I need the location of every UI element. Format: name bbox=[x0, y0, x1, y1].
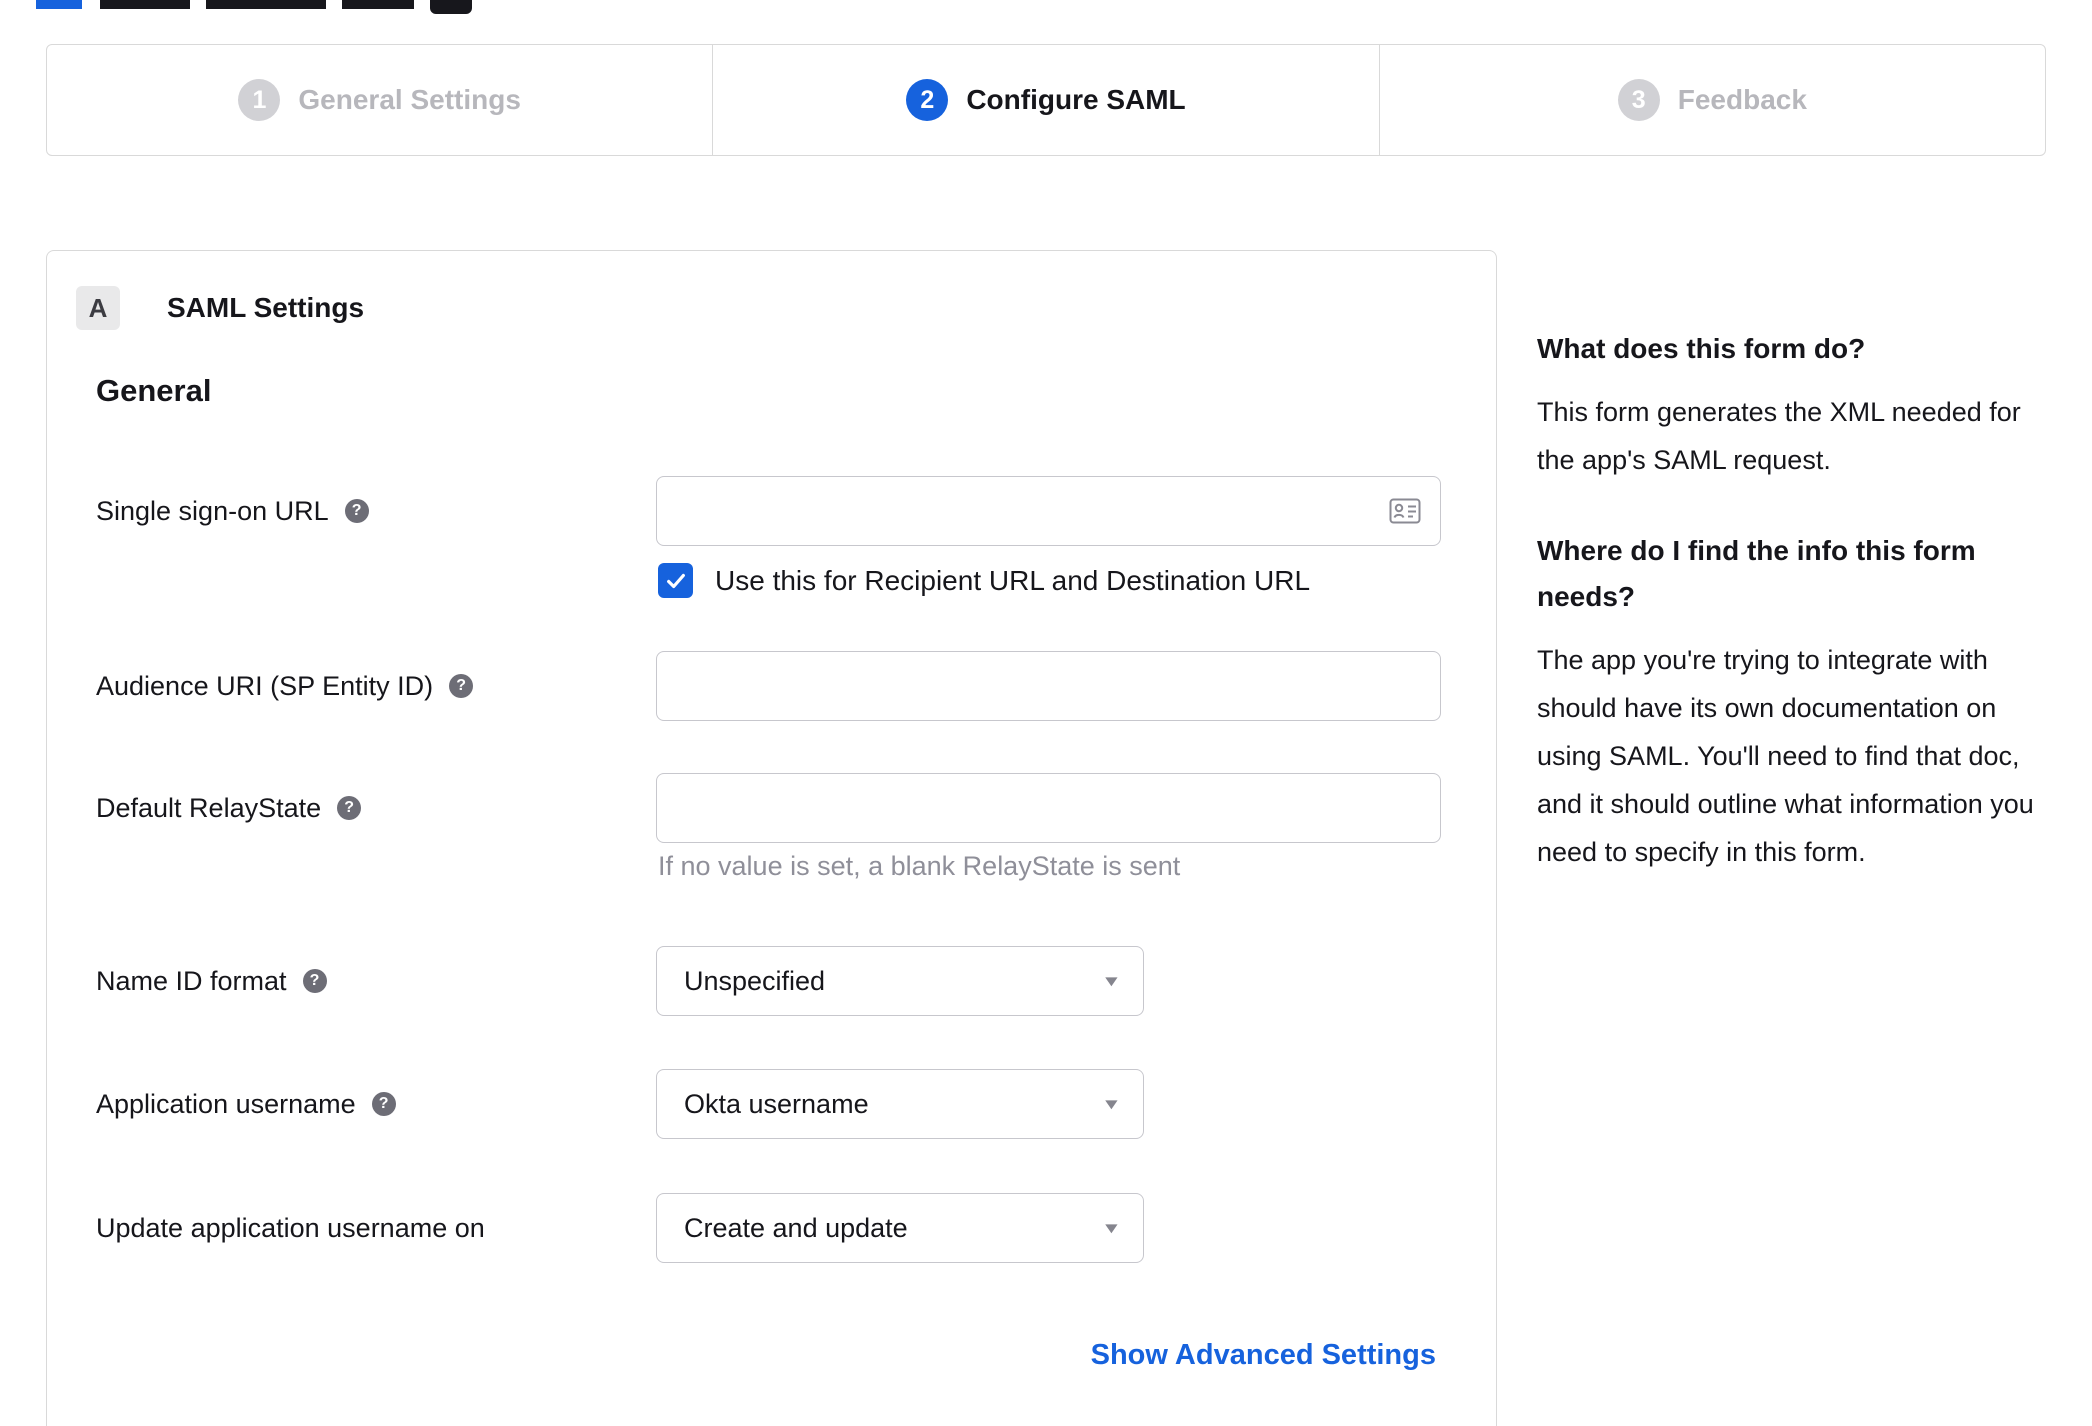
step-label: General Settings bbox=[298, 84, 521, 115]
sso-url-label-text: Single sign-on URL bbox=[96, 495, 329, 526]
general-group-title: General bbox=[96, 373, 212, 408]
relay-state-label: Default RelayState ? bbox=[96, 773, 362, 843]
relay-state-hint: If no value is set, a blank RelayState i… bbox=[658, 851, 1181, 881]
update-app-username-value: Create and update bbox=[684, 1212, 908, 1243]
sso-url-label: Single sign-on URL ? bbox=[96, 476, 369, 546]
sidebar-heading: Where do I find the info this form needs… bbox=[1537, 535, 1976, 612]
audience-uri-label-text: Audience URI (SP Entity ID) bbox=[96, 670, 434, 701]
step-label: Feedback bbox=[1677, 84, 1807, 115]
name-id-format-label: Name ID format ? bbox=[96, 946, 327, 1016]
step-number-badge: 1 bbox=[238, 79, 281, 121]
name-id-format-label-text: Name ID format bbox=[96, 965, 287, 996]
show-advanced-settings-link[interactable]: Show Advanced Settings bbox=[1091, 1339, 1436, 1372]
recipient-destination-checkbox-row: Use this for Recipient URL and Destinati… bbox=[658, 563, 1310, 598]
help-icon[interactable]: ? bbox=[371, 1092, 396, 1116]
wizard-stepper: 1 General Settings 2 Configure SAML 3 Fe… bbox=[46, 44, 2046, 156]
recipient-destination-checkbox-label: Use this for Recipient URL and Destinati… bbox=[715, 564, 1311, 596]
chevron-down-icon: ▼ bbox=[1101, 1095, 1122, 1113]
cutoff-title-fragment bbox=[206, 0, 326, 9]
section-a-badge: A bbox=[76, 286, 120, 330]
recipient-destination-checkbox[interactable] bbox=[658, 563, 693, 598]
step-configure-saml[interactable]: 2 Configure SAML bbox=[712, 45, 1378, 155]
app-username-select[interactable]: Okta username ▼ bbox=[656, 1069, 1144, 1139]
update-app-username-select[interactable]: Create and update ▼ bbox=[656, 1193, 1144, 1263]
audience-uri-label: Audience URI (SP Entity ID) ? bbox=[96, 651, 474, 721]
name-id-format-select[interactable]: Unspecified ▼ bbox=[656, 946, 1144, 1016]
step-number-badge: 3 bbox=[1617, 79, 1660, 121]
app-username-label: Application username ? bbox=[96, 1069, 396, 1139]
help-icon[interactable]: ? bbox=[344, 499, 369, 523]
step-number-badge: 2 bbox=[906, 79, 949, 121]
sso-url-input[interactable] bbox=[656, 476, 1441, 546]
chevron-down-icon: ▼ bbox=[1101, 1219, 1122, 1237]
panel-title: SAML Settings bbox=[167, 292, 365, 323]
sidebar-heading: What does this form do? bbox=[1537, 333, 1866, 364]
help-icon[interactable]: ? bbox=[449, 674, 474, 698]
relay-state-label-text: Default RelayState bbox=[96, 792, 322, 823]
sso-url-input-wrap bbox=[656, 476, 1441, 546]
update-app-username-label-text: Update application username on bbox=[96, 1212, 485, 1243]
saml-configuration-page: 1 General Settings 2 Configure SAML 3 Fe… bbox=[0, 0, 2092, 1426]
app-username-value: Okta username bbox=[684, 1088, 869, 1119]
sidebar-body: This form generates the XML needed for t… bbox=[1537, 397, 2021, 475]
cutoff-title-fragment bbox=[100, 0, 190, 9]
audience-uri-input[interactable] bbox=[656, 651, 1441, 721]
cutoff-settings-icon bbox=[430, 0, 472, 14]
cutoff-logo-fragment bbox=[36, 0, 82, 9]
step-general-settings[interactable]: 1 General Settings bbox=[47, 45, 712, 155]
chevron-down-icon: ▼ bbox=[1101, 972, 1122, 990]
update-app-username-label: Update application username on bbox=[96, 1193, 485, 1263]
help-sidebar: What does this form do? This form genera… bbox=[1537, 326, 2051, 920]
relay-state-input-wrap bbox=[656, 773, 1441, 843]
cutoff-title-fragment bbox=[342, 0, 414, 9]
help-icon[interactable]: ? bbox=[302, 969, 327, 993]
help-icon[interactable]: ? bbox=[337, 796, 362, 820]
saml-settings-panel: A SAML Settings General Single sign-on U… bbox=[46, 250, 1497, 1426]
audience-uri-input-wrap bbox=[656, 651, 1441, 721]
relay-state-input[interactable] bbox=[656, 773, 1441, 843]
sidebar-body: The app you're trying to integrate with … bbox=[1537, 645, 2034, 867]
contact-card-icon bbox=[1389, 498, 1421, 529]
step-feedback[interactable]: 3 Feedback bbox=[1378, 45, 2045, 155]
name-id-format-value: Unspecified bbox=[684, 965, 826, 996]
app-username-label-text: Application username bbox=[96, 1088, 356, 1119]
step-label: Configure SAML bbox=[966, 84, 1186, 115]
